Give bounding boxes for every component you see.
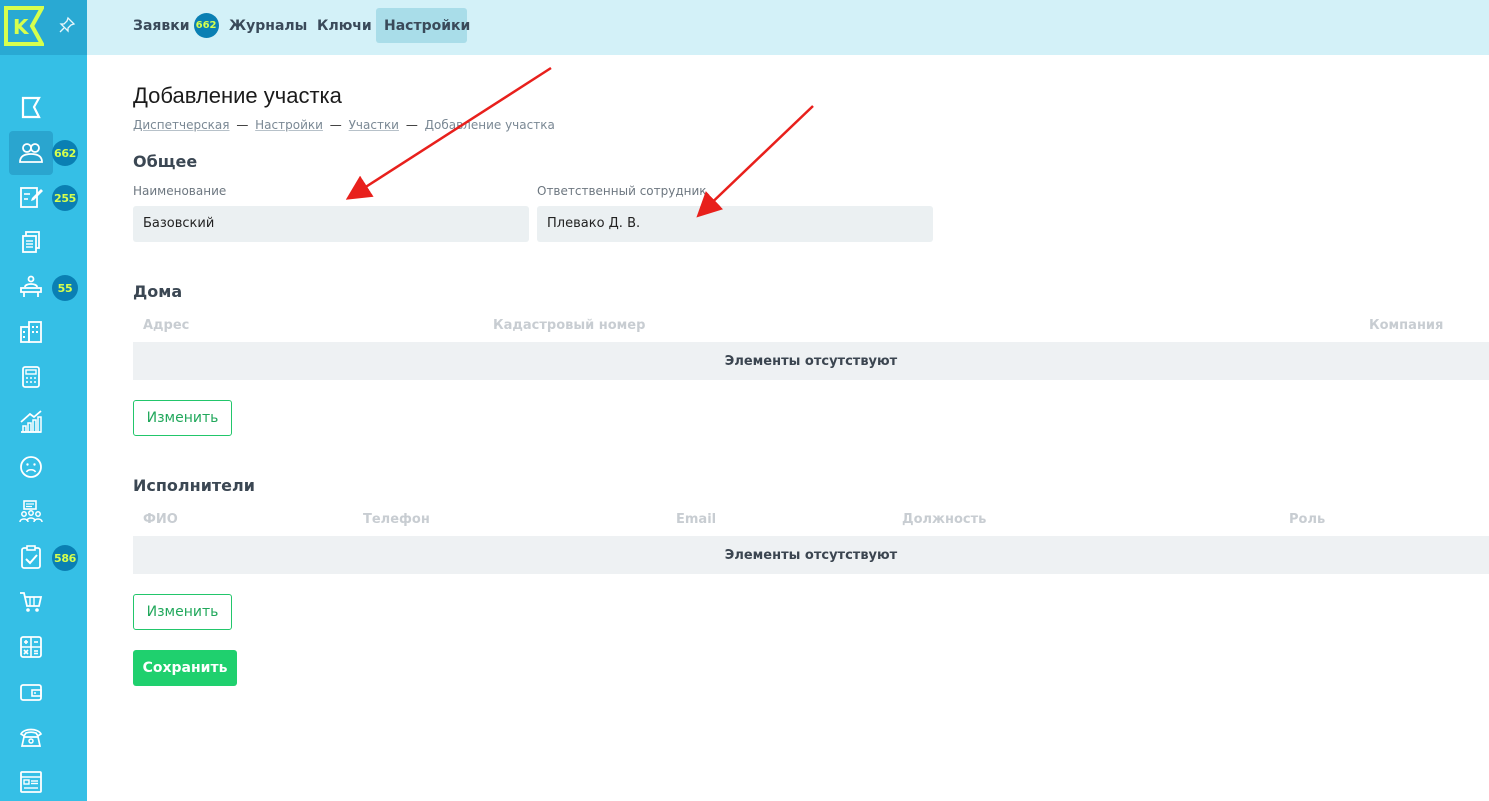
building-icon <box>20 321 42 343</box>
nav-edit[interactable] <box>9 175 53 219</box>
breadcrumb: Диспетчерская — Настройки — Участки — До… <box>133 118 555 132</box>
nav-documents[interactable] <box>9 220 53 264</box>
logo-area: K <box>0 0 87 55</box>
nav-meetings[interactable] <box>9 490 53 534</box>
sad-face-icon <box>20 456 42 478</box>
tab-keys-label: Ключи <box>317 17 372 34</box>
column-company[interactable]: Компания <box>1369 318 1443 333</box>
nav-calculator[interactable] <box>9 355 53 399</box>
breadcrumb-separator: — <box>236 118 249 132</box>
nav-shop[interactable] <box>9 580 53 624</box>
logo-letter: K <box>13 15 30 39</box>
executors-empty-row: Элементы отсутствуют <box>133 536 1489 574</box>
page-title: Добавление участка <box>133 83 342 108</box>
wallet-icon <box>20 684 42 701</box>
responsible-label: Ответственный сотрудник <box>537 184 707 198</box>
top-navigation: Заявки 662 Журналы Ключи Настройки <box>87 0 1489 55</box>
reception-desk-icon <box>20 275 42 297</box>
column-address[interactable]: Адрес <box>143 318 189 333</box>
annotation-arrow-responsible <box>696 105 814 218</box>
section-executors-title: Исполнители <box>133 476 255 495</box>
users-badge: 662 <box>52 140 78 166</box>
cart-icon <box>20 592 43 612</box>
pin-icon[interactable] <box>58 16 76 34</box>
users-icon <box>19 143 43 163</box>
column-cadastral[interactable]: Кадастровый номер <box>493 318 645 333</box>
nav-phone[interactable] <box>9 715 53 759</box>
houses-edit-button[interactable]: Изменить <box>133 400 232 436</box>
breadcrumb-settings[interactable]: Настройки <box>255 118 323 132</box>
section-general-title: Общее <box>133 152 198 171</box>
breadcrumb-current: Добавление участка <box>424 118 555 132</box>
edit-badge: 255 <box>52 185 78 211</box>
nav-tasks[interactable] <box>9 535 53 579</box>
column-role[interactable]: Роль <box>1289 512 1325 527</box>
documents-icon <box>22 231 40 253</box>
breadcrumb-areas[interactable]: Участки <box>349 118 399 132</box>
edit-document-icon <box>20 187 43 208</box>
houses-empty-row: Элементы отсутствуют <box>133 342 1489 380</box>
flag-icon <box>21 96 41 119</box>
breadcrumb-separator: — <box>329 118 342 132</box>
section-houses-title: Дома <box>133 282 183 301</box>
nav-users[interactable] <box>9 131 53 175</box>
tab-settings[interactable]: Настройки <box>376 8 471 43</box>
tab-requests-badge: 662 <box>193 13 219 38</box>
nav-buildings[interactable] <box>9 310 53 354</box>
executors-table-header: ФИО Телефон Email Должность Роль <box>133 506 1489 536</box>
phone-icon <box>19 728 43 747</box>
logo-icon[interactable]: K <box>4 6 44 46</box>
tasks-badge: 586 <box>52 545 78 571</box>
breadcrumb-separator: — <box>405 118 418 132</box>
column-fullname[interactable]: ФИО <box>143 512 178 527</box>
calculator-icon <box>22 366 40 388</box>
chart-growth-icon <box>20 410 42 433</box>
annotation-arrow-name <box>345 66 552 200</box>
nav-wallet[interactable] <box>9 670 53 714</box>
group-chat-icon <box>19 500 43 523</box>
nav-form[interactable] <box>9 760 53 801</box>
tab-requests-label: Заявки <box>133 17 190 34</box>
breadcrumb-dispatch[interactable]: Диспетчерская <box>133 118 230 132</box>
tab-journals[interactable]: Журналы <box>221 8 315 43</box>
clipboard-check-icon <box>21 545 41 569</box>
name-label: Наименование <box>133 184 227 198</box>
nav-flag[interactable] <box>9 86 53 130</box>
nav-complaints[interactable] <box>9 445 53 489</box>
executors-edit-button[interactable]: Изменить <box>133 594 232 630</box>
column-phone[interactable]: Телефон <box>363 512 430 527</box>
tab-requests[interactable]: Заявки 662 <box>125 8 227 43</box>
column-position[interactable]: Должность <box>902 512 986 527</box>
sidebar: K 662 255 55 586 <box>0 0 87 801</box>
column-email[interactable]: Email <box>676 512 716 527</box>
tab-keys[interactable]: Ключи <box>309 8 380 43</box>
math-icon <box>20 636 42 658</box>
desk-badge: 55 <box>52 275 78 301</box>
nav-accounting[interactable] <box>9 625 53 669</box>
app-window: K 662 255 55 586 Заявки 662 Журналы Ключ… <box>0 0 1489 801</box>
nav-desk[interactable] <box>9 265 53 309</box>
tab-journals-label: Журналы <box>229 17 308 34</box>
houses-table-header: Адрес Кадастровый номер Компания <box>133 312 1489 342</box>
save-button[interactable]: Сохранить <box>133 650 237 686</box>
name-input[interactable]: Базовский <box>133 206 529 242</box>
form-window-icon <box>20 771 42 793</box>
tab-settings-label: Настройки <box>384 17 471 34</box>
nav-analytics[interactable] <box>9 400 53 444</box>
responsible-select[interactable]: Плевако Д. В. <box>537 206 933 242</box>
